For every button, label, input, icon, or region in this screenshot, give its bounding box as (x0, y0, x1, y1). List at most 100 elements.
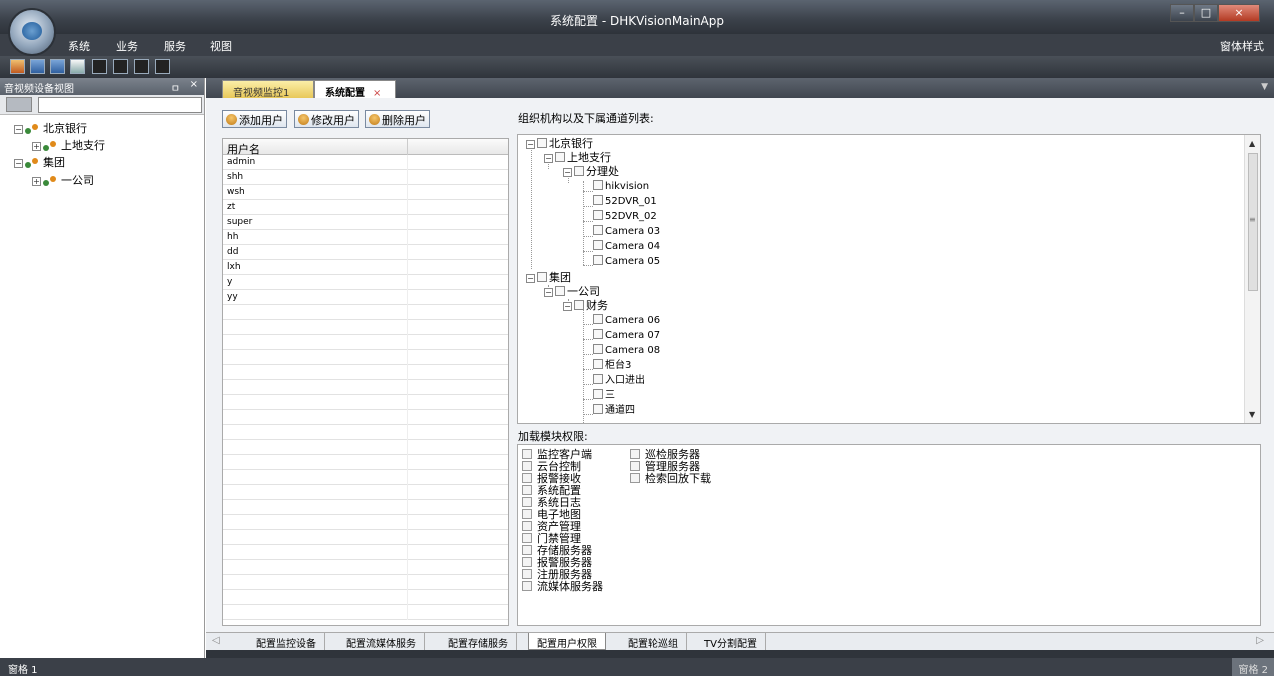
tree-node-company1[interactable]: + 一公司 (32, 172, 94, 188)
collapse-icon[interactable]: − (544, 287, 553, 297)
permission-checkbox[interactable] (522, 449, 532, 459)
tab-dropdown-icon[interactable]: ▼ (1261, 82, 1268, 92)
menu-window-style[interactable]: 窗体样式 (1220, 38, 1264, 54)
tab-av-monitor[interactable]: 音视频监控1 (222, 80, 314, 99)
table-row[interactable]: super (223, 215, 508, 230)
org-node-beijing-bank[interactable]: − 北京银行 (526, 137, 593, 150)
toolbar-config-icon[interactable] (10, 59, 25, 74)
delete-user-button[interactable]: 删除用户 (365, 110, 430, 128)
table-row[interactable] (223, 335, 508, 350)
table-row[interactable] (223, 485, 508, 500)
table-row[interactable] (223, 575, 508, 590)
pin-icon[interactable]: ㅁ (171, 80, 180, 95)
channel-checkbox[interactable] (593, 195, 603, 205)
table-row[interactable] (223, 350, 508, 365)
permission-checkbox[interactable] (522, 509, 532, 519)
table-row[interactable] (223, 425, 508, 440)
permission-item[interactable]: 流媒体服务器 (522, 581, 603, 593)
scroll-down-icon[interactable]: ▼ (1249, 410, 1255, 419)
table-row[interactable] (223, 515, 508, 530)
node-checkbox[interactable] (555, 286, 565, 296)
channel-camera-05[interactable]: Camera 05 (593, 255, 660, 268)
table-row[interactable]: admin (223, 155, 508, 170)
channel-checkbox[interactable] (593, 359, 603, 369)
channel-checkbox[interactable] (593, 225, 603, 235)
tab-tv-split-config[interactable]: TV分割配置 (696, 633, 766, 650)
org-node-group[interactable]: − 集团 (526, 271, 571, 284)
collapse-icon[interactable]: − (526, 273, 535, 283)
permission-checkbox[interactable] (522, 533, 532, 543)
table-row[interactable] (223, 410, 508, 425)
table-row[interactable] (223, 605, 508, 620)
permission-checkbox[interactable] (522, 557, 532, 567)
table-row[interactable] (223, 560, 508, 575)
collapse-icon[interactable]: − (14, 158, 23, 168)
channel-checkbox[interactable] (593, 210, 603, 220)
toolbar-grid9-icon[interactable] (134, 59, 149, 74)
scroll-up-icon[interactable]: ▲ (1249, 139, 1255, 148)
toolbar-layout1-icon[interactable] (30, 59, 45, 74)
add-user-button[interactable]: 添加用户 (222, 110, 287, 128)
org-node-finance[interactable]: − 财务 (563, 299, 608, 312)
table-row[interactable] (223, 305, 508, 320)
permission-item[interactable]: 检索回放下载 (630, 473, 711, 485)
collapse-icon[interactable]: − (526, 139, 535, 149)
org-node-company1[interactable]: − 一公司 (544, 285, 600, 298)
permission-checkbox[interactable] (522, 545, 532, 555)
table-row[interactable]: wsh (223, 185, 508, 200)
tab-scroll-left-icon[interactable]: ◁ (212, 635, 220, 646)
node-checkbox[interactable] (537, 138, 547, 148)
toolbar-grid1-icon[interactable] (92, 59, 107, 74)
toolbar-grid16-icon[interactable] (155, 59, 170, 74)
permission-checkbox[interactable] (522, 497, 532, 507)
permission-checkbox[interactable] (630, 461, 640, 471)
table-row[interactable] (223, 470, 508, 485)
toolbar-layout2-icon[interactable] (50, 59, 65, 74)
permission-checkbox[interactable] (630, 473, 640, 483)
org-node-sub-branch[interactable]: − 分理处 (563, 165, 619, 178)
close-icon[interactable]: × (1218, 4, 1260, 22)
table-row[interactable]: hh (223, 230, 508, 245)
table-row[interactable]: y (223, 275, 508, 290)
table-row[interactable] (223, 380, 508, 395)
channel-checkbox[interactable] (593, 374, 603, 384)
channel-camera-07[interactable]: Camera 07 (593, 329, 660, 342)
channel-counter-3[interactable]: 柜台3 (593, 359, 631, 372)
node-checkbox[interactable] (537, 272, 547, 282)
tab-config-streaming[interactable]: 配置流媒体服务 (338, 633, 425, 650)
channel-52dvr-01[interactable]: 52DVR_01 (593, 195, 657, 208)
table-row[interactable]: zt (223, 200, 508, 215)
table-row[interactable]: shh (223, 170, 508, 185)
channel-checkbox[interactable] (593, 180, 603, 190)
permission-checkbox[interactable] (630, 449, 640, 459)
toolbar-screen-icon[interactable] (70, 59, 85, 74)
menu-business[interactable]: 业务 (116, 38, 138, 54)
view-toggle-button[interactable] (6, 97, 32, 112)
table-row[interactable]: dd (223, 245, 508, 260)
collapse-icon[interactable]: − (563, 301, 572, 311)
channel-checkbox[interactable] (593, 314, 603, 324)
channel-camera-06[interactable]: Camera 06 (593, 314, 660, 327)
close-panel-icon[interactable]: × (190, 79, 198, 90)
permission-checkbox[interactable] (522, 581, 532, 591)
menu-system[interactable]: 系统 (68, 38, 90, 54)
permission-checkbox[interactable] (522, 569, 532, 579)
node-checkbox[interactable] (555, 152, 565, 162)
channel-checkbox[interactable] (593, 255, 603, 265)
expand-icon[interactable]: + (32, 141, 41, 151)
expand-icon[interactable]: + (32, 176, 41, 186)
maximize-icon[interactable]: □ (1194, 4, 1218, 22)
node-checkbox[interactable] (574, 166, 584, 176)
tree-node-shangdi-branch[interactable]: + 上地支行 (32, 137, 105, 153)
channel-four[interactable]: 通道四 (593, 404, 635, 417)
edit-user-button[interactable]: 修改用户 (294, 110, 359, 128)
table-row[interactable] (223, 395, 508, 410)
channel-checkbox[interactable] (593, 404, 603, 414)
collapse-icon[interactable]: − (544, 153, 553, 163)
menu-view[interactable]: 视图 (210, 38, 232, 54)
channel-camera-03[interactable]: Camera 03 (593, 225, 660, 238)
collapse-icon[interactable]: − (14, 124, 23, 134)
toolbar-grid4-icon[interactable] (113, 59, 128, 74)
table-row[interactable] (223, 365, 508, 380)
minimize-icon[interactable]: – (1170, 4, 1194, 22)
